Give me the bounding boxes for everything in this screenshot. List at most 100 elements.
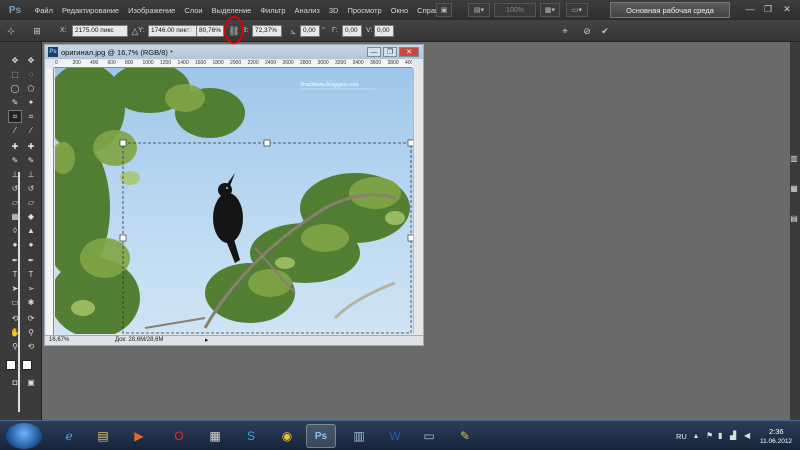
burn-tool-icon[interactable]: ● xyxy=(24,238,38,251)
pattern-stamp-icon[interactable]: ⊥ xyxy=(24,168,38,181)
doc-minimize-button[interactable]: — xyxy=(367,47,381,57)
move-tool-alt-icon[interactable]: ✥ xyxy=(24,54,38,67)
vertical-type-icon[interactable]: T xyxy=(24,268,38,281)
bridge-icon[interactable]: ▣ xyxy=(436,3,452,17)
screenshot-app-icon[interactable]: ▭ xyxy=(414,424,444,448)
3d-orbit-icon[interactable]: ⟳ xyxy=(24,312,38,325)
pencil-tool-icon[interactable]: ✎ xyxy=(24,154,38,167)
opera-browser-icon[interactable]: O xyxy=(164,424,194,448)
menu-image[interactable]: Изображение xyxy=(124,6,180,15)
menu-select[interactable]: Выделение xyxy=(207,6,256,15)
menu-3d[interactable]: 3D xyxy=(324,6,343,15)
menu-file[interactable]: Файл xyxy=(30,6,57,15)
custom-shape-icon[interactable]: ✱ xyxy=(24,296,38,309)
paint-bucket-icon[interactable]: ◆ xyxy=(24,210,38,223)
panel-icon-3[interactable]: ▤ xyxy=(788,212,800,225)
internet-explorer-icon[interactable]: ℯ xyxy=(54,424,84,448)
angle-field[interactable]: 0,00 xyxy=(300,25,320,37)
word-icon[interactable]: W xyxy=(380,424,410,448)
bg-eraser-icon[interactable]: ▱ xyxy=(24,196,38,209)
doc-close-button[interactable]: ✕ xyxy=(399,47,419,57)
file-explorer-icon[interactable]: ▤ xyxy=(88,424,118,448)
panel-icon-2[interactable]: ▦ xyxy=(788,182,800,195)
warp-icon[interactable]: ⌖ xyxy=(558,24,572,38)
screen-mode-icon[interactable]: ▭▾ xyxy=(566,3,588,17)
menu-filter[interactable]: Фильтр xyxy=(256,6,290,15)
menu-edit[interactable]: Редактирование xyxy=(57,6,123,15)
clock-date[interactable]: 11.06.2012 xyxy=(760,438,792,445)
tray-volume-icon[interactable]: ◀ xyxy=(744,431,752,440)
marquee-tool-icon[interactable]: ⬚ xyxy=(8,68,22,81)
minimize-button[interactable]: — xyxy=(741,1,759,17)
vertical-skew-field[interactable]: 0,00 xyxy=(374,25,394,37)
sharpen-tool-icon[interactable]: ▲ xyxy=(24,224,38,237)
arrange-icon[interactable]: ▦▾ xyxy=(540,3,560,17)
height-percent-field[interactable]: 72,37% xyxy=(252,25,282,37)
poly-lasso-icon[interactable]: ⬠ xyxy=(24,82,38,95)
document-size-info[interactable]: Док: 28,6M/28,6M xyxy=(115,337,163,343)
freeform-pen-icon[interactable]: ✒ xyxy=(24,254,38,267)
skype-icon[interactable]: S xyxy=(236,424,266,448)
quick-select-icon[interactable]: ✎ xyxy=(8,96,22,109)
tool-preset-icon[interactable]: ⊹ xyxy=(4,24,18,38)
ellipse-marquee-icon[interactable]: ◌ xyxy=(24,68,38,81)
art-history-icon[interactable]: ↺ xyxy=(24,182,38,195)
horizontal-ruler[interactable]: 0 200 400 600 800 1000 1200 1400 1600 1800 2000 220… xyxy=(54,60,412,68)
status-arrow-icon[interactable]: ▸ xyxy=(205,336,209,344)
eyedropper-icon[interactable]: ⁄ xyxy=(8,124,22,137)
menu-window[interactable]: Окно xyxy=(386,6,412,15)
transform-handle-ml[interactable] xyxy=(119,234,127,242)
horizontal-skew-field[interactable]: 0,00 xyxy=(342,25,362,37)
restore-button[interactable]: ❐ xyxy=(759,1,777,17)
image-canvas[interactable]: Traditions.blogspot.com xyxy=(55,68,413,334)
magic-wand-icon[interactable]: ✦ xyxy=(24,96,38,109)
close-button[interactable]: ✕ xyxy=(778,1,796,17)
foreground-color-swatch[interactable] xyxy=(6,360,16,370)
transform-handle-tl[interactable] xyxy=(119,139,127,147)
cancel-transform-icon[interactable]: ⊘ xyxy=(580,24,594,38)
lasso-tool-icon[interactable]: ◯ xyxy=(8,82,22,95)
width-percent-field[interactable]: 80,76% xyxy=(196,25,224,37)
zoom-tool-icon[interactable]: ⚲ xyxy=(24,326,38,339)
media-player-icon[interactable]: ▶ xyxy=(124,424,154,448)
slice-tool-icon[interactable]: ⌗ xyxy=(24,110,38,123)
extras-icon[interactable]: ▤▾ xyxy=(468,3,490,17)
tray-network-icon[interactable]: ▟ xyxy=(730,431,738,440)
keyboard-language[interactable]: RU xyxy=(676,432,687,441)
photoshop-taskbar-icon[interactable]: Ps xyxy=(306,424,336,448)
menu-view[interactable]: Просмотр xyxy=(343,6,386,15)
crop-tool-icon[interactable]: ⌗ xyxy=(8,110,22,123)
paint-app-icon[interactable]: ✎ xyxy=(450,424,480,448)
transform-handle-tc[interactable] xyxy=(263,139,271,147)
eyedropper-alt-icon[interactable]: ⁄ xyxy=(24,124,38,137)
document-title-bar[interactable]: Ps оригинал.jpg @ 16,7% (RGB/8) * — ❐ ✕ xyxy=(45,45,423,59)
patch-tool-icon[interactable]: ✚ xyxy=(24,140,38,153)
chrome-browser-icon[interactable]: ◉ xyxy=(272,424,302,448)
background-color-swatch[interactable] xyxy=(22,360,32,370)
doc-maximize-button[interactable]: ❐ xyxy=(383,47,397,57)
start-button[interactable] xyxy=(6,423,42,449)
calendar-app-icon[interactable]: ▦ xyxy=(200,424,230,448)
tray-battery-icon[interactable]: ▮ xyxy=(718,431,726,440)
reference-point-icon[interactable]: ⊞ xyxy=(30,24,44,38)
workspace-switcher[interactable]: Основная рабочая среда xyxy=(610,2,730,18)
menu-analysis[interactable]: Анализ xyxy=(290,6,324,15)
clock-time[interactable]: 2:36 xyxy=(769,427,784,436)
screen-mode-tool-icon[interactable]: ▣ xyxy=(24,376,38,389)
rotate-view-icon[interactable]: ⟲ xyxy=(24,340,38,353)
brush-tool-icon[interactable]: ✎ xyxy=(8,154,22,167)
menu-layers[interactable]: Слои xyxy=(180,6,207,15)
tray-flag-icon[interactable]: ⚑ xyxy=(706,431,714,440)
zoom-level-dropdown[interactable]: 100% xyxy=(494,3,536,17)
vertical-scrollbar[interactable] xyxy=(413,68,423,334)
commit-transform-icon[interactable]: ✔ xyxy=(598,24,612,38)
tray-arrow-icon[interactable]: ▴ xyxy=(694,431,702,440)
windows-explorer-icon[interactable]: ▥ xyxy=(344,424,374,448)
direct-select-icon[interactable]: ➢ xyxy=(24,282,38,295)
zoom-percent[interactable]: 16,67% xyxy=(49,337,69,343)
x-position-field[interactable]: 2175.00 пикс xyxy=(72,25,128,37)
healing-brush-icon[interactable]: ✚ xyxy=(8,140,22,153)
move-tool-icon[interactable]: ✥ xyxy=(8,54,22,67)
panel-icon-1[interactable]: ▥ xyxy=(788,152,800,165)
vertical-ruler[interactable] xyxy=(46,68,54,335)
